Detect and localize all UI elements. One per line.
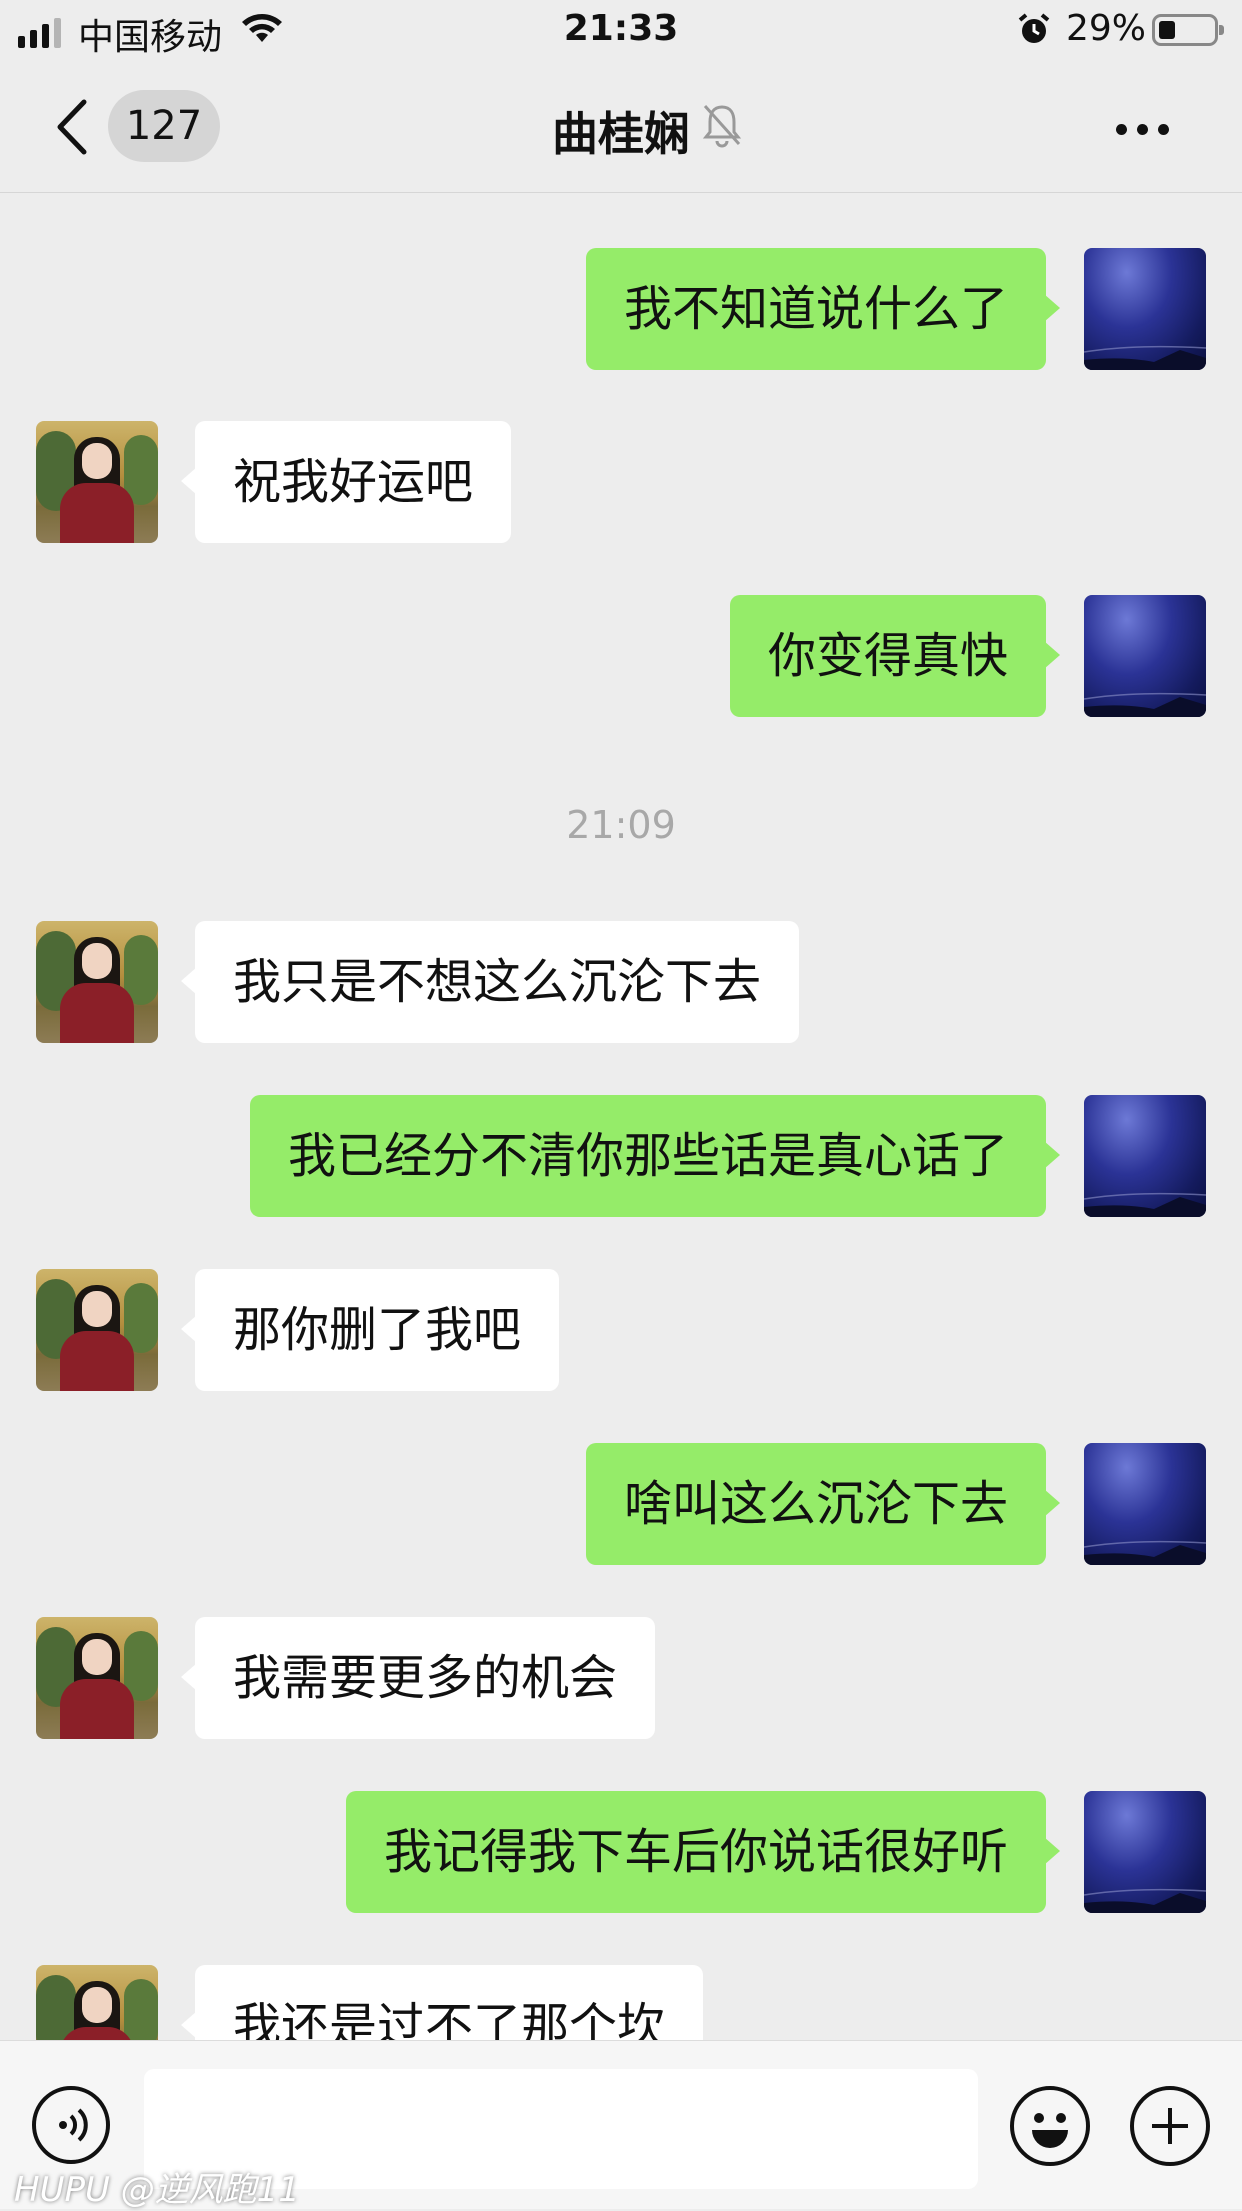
alarm-icon (1018, 13, 1050, 43)
message-row: 祝我好运吧 (0, 421, 1242, 545)
message-row: 我还是过不了那个坎 (0, 1965, 1242, 2040)
battery-icon (1152, 14, 1224, 46)
my-avatar[interactable] (1084, 248, 1206, 370)
voice-icon[interactable] (32, 2086, 110, 2164)
status-bar: 中国移动 21:33 29% (0, 0, 1242, 62)
contact-message-bubble[interactable]: 那你删了我吧 (180, 1269, 560, 1391)
message-row: 你变得真快 (0, 595, 1242, 719)
my-message-bubble[interactable]: 你变得真快 (729, 595, 1061, 717)
status-time: 21:33 (563, 8, 679, 49)
contact-message-bubble[interactable]: 我只是不想这么沉沦下去 (180, 921, 800, 1043)
timestamp: 21:09 (566, 803, 676, 847)
chat-title[interactable]: 曲桂娴 (0, 98, 1242, 164)
contact-avatar[interactable] (36, 921, 158, 1043)
ellipsis-icon[interactable] (1116, 124, 1169, 135)
message-row: 我不知道说什么了 (0, 248, 1242, 372)
message-row: 我记得我下车后你说话很好听 (0, 1791, 1242, 1915)
my-message-bubble[interactable]: 我记得我下车后你说话很好听 (345, 1791, 1061, 1913)
contact-avatar[interactable] (36, 1269, 158, 1391)
bell-muted-icon (702, 104, 742, 148)
contact-avatar[interactable] (36, 421, 158, 543)
message-row: 啥叫这么沉沦下去 (0, 1443, 1242, 1567)
contact-avatar[interactable] (36, 1617, 158, 1739)
emoji-icon[interactable] (1010, 2086, 1090, 2166)
my-message-bubble[interactable]: 我不知道说什么了 (585, 248, 1061, 370)
message-row: 我需要更多的机会 (0, 1617, 1242, 1741)
plus-icon[interactable] (1130, 2086, 1210, 2166)
battery-percent: 29% (1066, 8, 1147, 49)
message-row: 我已经分不清你那些话是真心话了 (0, 1095, 1242, 1219)
message-row: 那你删了我吧 (0, 1269, 1242, 1393)
my-message-bubble[interactable]: 啥叫这么沉沦下去 (585, 1443, 1061, 1565)
contact-message-bubble[interactable]: 祝我好运吧 (180, 421, 512, 543)
contact-message-bubble[interactable]: 我需要更多的机会 (180, 1617, 656, 1739)
my-avatar[interactable] (1084, 595, 1206, 717)
message-row: 我只是不想这么沉沦下去 (0, 921, 1242, 1045)
contact-message-bubble[interactable]: 我还是过不了那个坎 (180, 1965, 704, 2040)
chat-header: 127 曲桂娴 (0, 62, 1242, 193)
my-avatar[interactable] (1084, 1443, 1206, 1565)
message-list[interactable]: 我不知道说什么了 祝我好运吧你变得真快 21:09 我只是不想这么沉沦下去我已经分不清… (0, 193, 1242, 2040)
my-avatar[interactable] (1084, 1095, 1206, 1217)
my-message-bubble[interactable]: 我已经分不清你那些话是真心话了 (249, 1095, 1061, 1217)
watermark: HUPU @逆风跑11 (14, 2170, 300, 2210)
contact-avatar[interactable] (36, 1965, 158, 2040)
my-avatar[interactable] (1084, 1791, 1206, 1913)
